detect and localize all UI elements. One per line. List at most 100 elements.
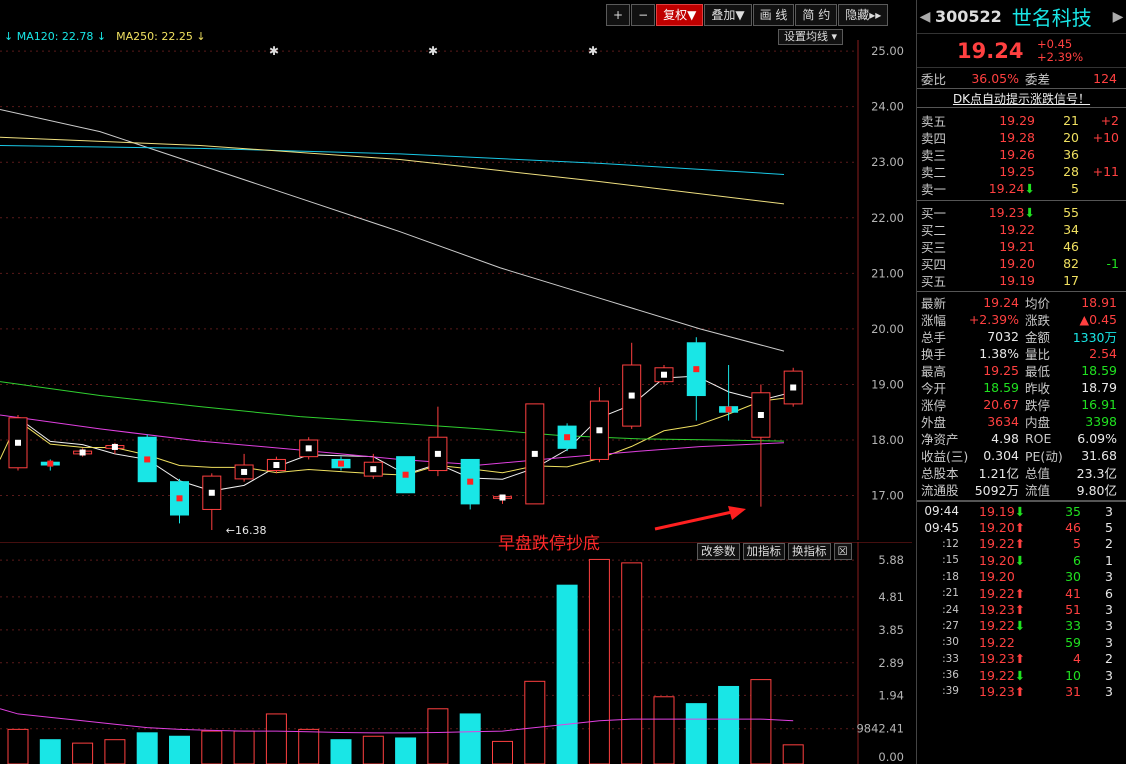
tick-price: 19.20⬆ bbox=[979, 520, 1026, 536]
volume-chart[interactable]: 5.88 4.81 3.85 2.89 1.94 9842.41 0.00 bbox=[0, 542, 912, 764]
up-volume-bar bbox=[621, 562, 643, 764]
tick-row: :39 19.23⬆ 31 3 bbox=[917, 683, 1126, 699]
candle-marker bbox=[693, 366, 700, 373]
ask-row[interactable]: 卖一 19.24⬇ 5 bbox=[917, 180, 1126, 197]
price-quote: 19.24 +0.45 +2.39% bbox=[917, 34, 1126, 68]
candle-marker bbox=[79, 449, 86, 456]
candle-marker bbox=[564, 434, 571, 441]
stats-table: 最新 19.24 均价 18.91 涨幅 +2.39% 涨跌 ▲0.45 总手 7032 金额 133… bbox=[917, 292, 1126, 498]
stat-value: 7032 bbox=[987, 329, 1019, 344]
bid-row[interactable]: 买五 19.19 17 bbox=[917, 272, 1126, 289]
tick-count: 3 bbox=[1105, 683, 1113, 699]
volume-tick-label: 1.94 bbox=[878, 688, 904, 702]
stat-value: +2.39% bbox=[968, 312, 1019, 327]
up-volume-bar bbox=[104, 739, 126, 764]
tick-time: :27 bbox=[942, 619, 959, 632]
bid-label: 买五 bbox=[921, 274, 947, 289]
up-volume-bar bbox=[524, 680, 546, 764]
overlay-dropdown[interactable]: 叠加▼ bbox=[704, 4, 752, 26]
price-tick-label: 23.00 bbox=[871, 155, 904, 169]
candle-marker bbox=[305, 445, 312, 452]
candle-marker bbox=[596, 427, 603, 434]
zoom-out-button[interactable]: − bbox=[631, 4, 656, 26]
event-star-icon: ✱ bbox=[588, 44, 598, 58]
tick-list[interactable]: 09:44 19.19⬇ 35 3 09:45 19.20⬆ 46 5:12 19.22⬆ 5 2:… bbox=[917, 502, 1126, 700]
ask-price: 19.26 bbox=[999, 147, 1035, 162]
tick-row: :21 19.22⬆ 41 6 bbox=[917, 585, 1126, 601]
edit-params-button[interactable]: 改参数 bbox=[697, 543, 740, 560]
stat-value: 1.38% bbox=[979, 346, 1019, 361]
down-volume-bar bbox=[39, 739, 61, 764]
bid-volume: 17 bbox=[1063, 273, 1079, 288]
stat-value: 3398 bbox=[1085, 414, 1117, 429]
ask-row[interactable]: 卖二 19.25 28 +11 bbox=[917, 163, 1126, 180]
switch-indicator-button[interactable]: 换指标 bbox=[788, 543, 831, 560]
candle-marker bbox=[273, 462, 280, 468]
tick-row: :36 19.22⬇ 10 3 bbox=[917, 667, 1126, 683]
candle-marker bbox=[402, 471, 409, 478]
stat-value: 2.54 bbox=[1089, 346, 1117, 361]
bid-price: 19.21 bbox=[999, 239, 1035, 254]
add-indicator-button[interactable]: 加指标 bbox=[742, 543, 785, 560]
price-tick-label: 18.00 bbox=[871, 433, 904, 447]
zoom-in-button[interactable]: + bbox=[606, 4, 631, 26]
bid-volume: 34 bbox=[1063, 222, 1079, 237]
bid-delta: -1 bbox=[1106, 256, 1119, 271]
tick-count: 3 bbox=[1105, 602, 1113, 618]
ask-row[interactable]: 卖五 19.29 21 +2 bbox=[917, 112, 1126, 129]
tick-count: 3 bbox=[1105, 634, 1113, 650]
candle-marker bbox=[47, 460, 54, 467]
ask-price: 19.25 bbox=[999, 164, 1035, 179]
bid-row[interactable]: 买三 19.21 46 bbox=[917, 238, 1126, 255]
draw-line-button[interactable]: 画 线 bbox=[752, 4, 795, 26]
stat-row: 总手 7032 金额 1330万 bbox=[917, 328, 1126, 345]
bid-row[interactable]: 买二 19.22 34 bbox=[917, 221, 1126, 238]
candle-marker bbox=[757, 412, 764, 418]
tick-price: 19.22 bbox=[979, 634, 1015, 650]
price-tick-label: 17.00 bbox=[871, 489, 904, 503]
up-volume-bar bbox=[201, 730, 223, 764]
tick-time: :24 bbox=[942, 603, 959, 616]
candle-marker bbox=[370, 466, 377, 473]
tick-count: 1 bbox=[1105, 552, 1113, 568]
ask-row[interactable]: 卖四 19.28 20 +10 bbox=[917, 129, 1126, 146]
stat-value: 9.80亿 bbox=[1076, 483, 1117, 498]
kline-chart[interactable]: 25.00 24.00 23.00 22.00 21.00 20.00 19.00 18.00… bbox=[0, 40, 912, 540]
ma120-line bbox=[0, 145, 785, 175]
event-star-icon: ✱ bbox=[269, 44, 279, 58]
simple-mode-button[interactable]: 简 约 bbox=[795, 4, 838, 26]
weibi-row: 委比 36.05% 委差 124 bbox=[921, 70, 1117, 87]
next-stock-icon[interactable]: ▶ bbox=[1110, 9, 1126, 25]
adjust-price-dropdown[interactable]: 复权▼ bbox=[656, 4, 704, 26]
candle-marker bbox=[208, 489, 215, 496]
prev-stock-icon[interactable]: ◀ bbox=[917, 9, 933, 25]
bid-row[interactable]: 买一 19.23⬇ 55 bbox=[917, 204, 1126, 221]
candle-marker bbox=[241, 468, 248, 475]
up-volume-bar bbox=[782, 744, 804, 764]
tick-count: 3 bbox=[1105, 569, 1113, 585]
ask-price: 19.24⬇ bbox=[988, 181, 1035, 196]
low-price-label: ←16.38 bbox=[226, 524, 267, 537]
tick-time: :15 bbox=[942, 554, 959, 567]
stat-row: 换手 1.38% 量比 2.54 bbox=[917, 345, 1126, 362]
ask-row[interactable]: 卖三 19.26 36 bbox=[917, 146, 1126, 163]
ask-book: 卖五 19.29 21 +2 卖四 19.28 20 +10 卖三 19.26 36 卖二 19.25 2… bbox=[917, 108, 1126, 197]
stat-row: 今开 18.59 昨收 18.79 bbox=[917, 379, 1126, 396]
tick-row: :33 19.23⬆ 4 2 bbox=[917, 651, 1126, 667]
close-indicator-icon[interactable]: ☒ bbox=[833, 543, 852, 560]
tick-volume: 35 bbox=[1065, 503, 1081, 519]
stat-value: 5092万 bbox=[974, 483, 1019, 498]
tick-price: 19.23⬆ bbox=[979, 651, 1026, 667]
up-volume-bar bbox=[298, 728, 320, 764]
tick-row: :12 19.22⬆ 5 2 bbox=[917, 536, 1126, 552]
stat-value: 1330万 bbox=[1072, 330, 1117, 345]
stat-row: 外盘 3634 内盘 3398 bbox=[917, 413, 1126, 430]
stat-label: 内盘 bbox=[1025, 415, 1051, 430]
candle-marker bbox=[15, 439, 21, 446]
ask-volume: 5 bbox=[1071, 181, 1079, 196]
bid-row[interactable]: 买四 19.20 82 -1 bbox=[917, 255, 1126, 272]
signal-link[interactable]: DK点自动提示涨跌信号！ bbox=[917, 88, 1126, 108]
hide-panel-button[interactable]: 隐藏▸▸ bbox=[838, 4, 889, 26]
tick-time: :12 bbox=[942, 537, 959, 550]
candle-marker bbox=[467, 478, 474, 485]
